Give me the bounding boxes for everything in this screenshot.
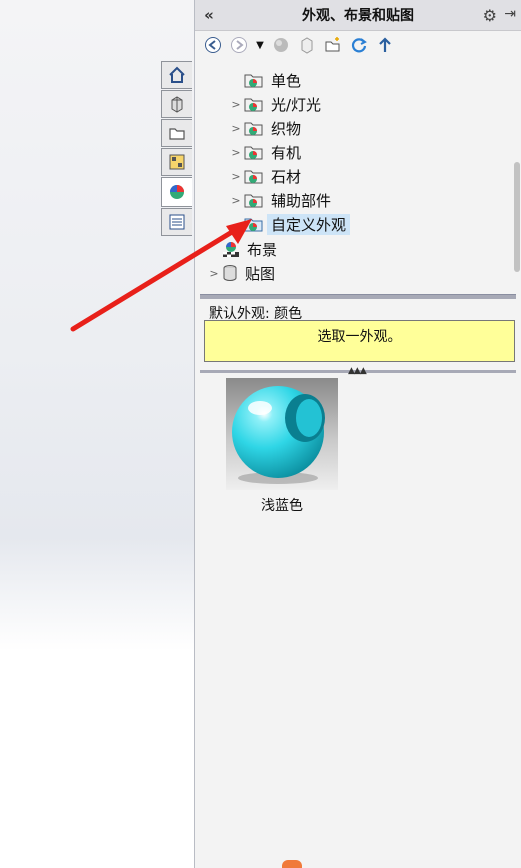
chevron-right-icon[interactable]: > [229, 146, 243, 159]
tree-item-scenes[interactable]: 布景 [207, 238, 277, 260]
appearance-icon[interactable] [271, 35, 291, 55]
folder-icon [244, 122, 263, 136]
dropdown-icon[interactable]: ▼ [255, 35, 265, 55]
refresh-icon[interactable] [349, 35, 369, 55]
tree-scrollbar[interactable] [513, 62, 521, 292]
panel-title: 外观、布景和贴图 [302, 8, 414, 24]
tree-item-solid[interactable]: 单色 [229, 69, 301, 91]
appearances-panel: « 外观、布景和贴图 ⚙ ⇥ ▼ 单色 > 光/灯光 > 织物 > 有机 > 石… [195, 0, 521, 868]
chevron-right-icon[interactable]: > [229, 170, 243, 183]
tree-item-fabric[interactable]: > 织物 [229, 117, 301, 139]
thumbnail-caption: 浅蓝色 [261, 498, 303, 514]
folder-icon [244, 98, 263, 112]
task-pane-tabs [161, 61, 194, 237]
panel-titlebar: « 外观、布景和贴图 ⚙ ⇥ [195, 0, 521, 31]
tree-item-custom-appearance[interactable]: 自定义外观 [229, 213, 351, 235]
splitter-grip-icon[interactable]: ▲▲▲ [348, 366, 367, 376]
pane-splitter[interactable] [200, 294, 516, 299]
chevron-right-icon[interactable]: > [229, 194, 243, 207]
tree-item-decals[interactable]: > 贴图 [207, 262, 275, 284]
scrollbar-thumb[interactable] [514, 162, 520, 272]
grid-icon [169, 154, 185, 170]
pin-icon[interactable]: ⇥ [504, 6, 516, 22]
gear-icon[interactable]: ⚙ [483, 6, 497, 25]
part-icon [171, 96, 183, 113]
up-icon[interactable] [375, 35, 395, 55]
tab-home[interactable] [161, 61, 192, 89]
folder-icon [244, 146, 263, 160]
partial-icon [282, 860, 302, 868]
appearance-icon [170, 185, 184, 199]
tree-item-lights[interactable]: > 光/灯光 [229, 93, 321, 115]
sphere-preview [226, 378, 338, 490]
folder-icon [244, 74, 263, 88]
collapse-button[interactable]: « [195, 6, 223, 24]
chevron-right-icon[interactable]: > [229, 98, 243, 111]
appearance-tree: 单色 > 光/灯光 > 织物 > 有机 > 石材 > 辅助部件 自定义外观 布景… [195, 66, 513, 288]
scene-icon [223, 242, 239, 257]
tab-view-palette[interactable] [161, 148, 192, 176]
tab-custom-properties[interactable] [161, 208, 192, 236]
selection-hint: 选取一外观。 [204, 320, 515, 362]
tab-file-explorer[interactable] [161, 119, 192, 147]
chevron-right-icon[interactable]: > [229, 122, 243, 135]
forward-icon[interactable] [229, 35, 249, 55]
folder-icon [244, 218, 263, 232]
tree-item-stone[interactable]: > 石材 [229, 165, 301, 187]
list-icon [169, 214, 185, 230]
back-icon[interactable] [203, 35, 223, 55]
tab-design-library[interactable] [161, 90, 192, 118]
tree-item-miscellaneous[interactable]: > 辅助部件 [229, 189, 331, 211]
folder-icon [244, 170, 263, 184]
tree-item-organic[interactable]: > 有机 [229, 141, 301, 163]
panel-toolbar: ▼ [195, 31, 521, 59]
chevron-right-icon[interactable]: > [207, 267, 221, 280]
new-folder-icon[interactable] [323, 35, 343, 55]
part-icon[interactable] [297, 35, 317, 55]
folder-icon [244, 194, 263, 208]
appearance-thumbnail[interactable] [226, 378, 338, 490]
folder-icon [169, 128, 185, 140]
tab-appearances[interactable] [161, 177, 192, 207]
decal-icon [223, 265, 237, 281]
home-icon [169, 66, 185, 83]
